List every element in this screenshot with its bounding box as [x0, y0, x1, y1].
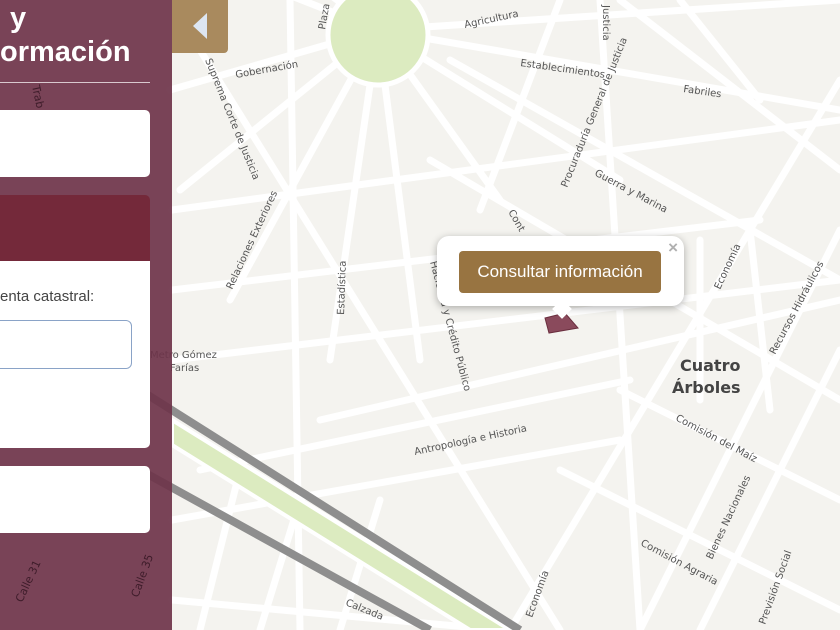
street-label: Trab — [29, 83, 47, 110]
section-header[interactable] — [0, 195, 150, 261]
panel-card[interactable] — [0, 110, 150, 177]
neighborhood-label: Árboles — [672, 378, 741, 397]
street-label: Justicia — [600, 4, 611, 41]
street-label: Estadística — [335, 260, 349, 315]
chevron-left-icon — [193, 13, 207, 39]
consultar-informacion-button[interactable]: Consultar información — [459, 251, 661, 293]
panel-title-line2: ormación — [0, 36, 131, 68]
street-label: Economía — [712, 242, 744, 292]
street-label: Calle 31 — [13, 558, 44, 604]
collapse-panel-button[interactable] — [172, 0, 228, 53]
map-popup: × Consultar información — [437, 236, 684, 319]
side-panel: Trab Calle 31 Calle 35 y ormación enta c… — [0, 0, 172, 630]
street-label: Calle 35 — [129, 552, 157, 599]
panel-title-line1: y — [10, 2, 27, 34]
cuenta-catastral-label: enta catastral: — [0, 288, 95, 305]
title-divider — [0, 82, 150, 83]
street-label: Agricultura — [463, 9, 519, 31]
panel-card[interactable] — [0, 466, 150, 533]
metro-label: Farías — [170, 362, 199, 374]
cuenta-catastral-input[interactable] — [0, 320, 132, 369]
neighborhood-label: Cuatro — [680, 356, 740, 375]
close-icon[interactable]: × — [668, 238, 678, 258]
search-card: enta catastral: — [0, 261, 150, 448]
